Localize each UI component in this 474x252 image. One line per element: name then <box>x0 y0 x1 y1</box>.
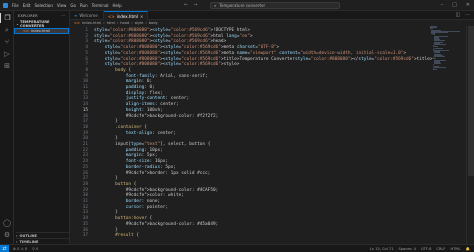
explorer-sidebar: EXPLORER ··· ⌄ TEMPERATURE CONVERTER <> … <box>14 11 70 244</box>
menu-selection[interactable]: Selection <box>34 3 52 8</box>
command-center-text: Temperature converter <box>219 3 266 8</box>
breadcrumb-item[interactable]: head <box>120 21 129 25</box>
indentation-status[interactable]: Spaces: 4 <box>398 247 415 251</box>
timeline-label: TIMELINE <box>19 239 39 244</box>
nav-buttons: ← → <box>184 2 197 8</box>
outline-label: OUTLINE <box>19 233 37 238</box>
window-controls: – □ ✕ <box>441 2 470 8</box>
menu-run[interactable]: Run <box>80 3 88 8</box>
notifications-bell-icon[interactable]: 🔔 <box>466 247 470 251</box>
explorer-title: EXPLORER <box>18 14 38 18</box>
chevron-down-icon: ⌄ <box>16 22 20 26</box>
minimap-line <box>434 66 446 68</box>
minimap[interactable] <box>430 26 466 72</box>
breadcrumb-item[interactable]: style <box>135 21 144 25</box>
forward-arrow-icon[interactable]: → <box>193 2 197 8</box>
menu-view[interactable]: View <box>57 3 67 8</box>
more-actions-icon[interactable]: ··· <box>465 12 470 19</box>
breadcrumb-item[interactable]: body <box>149 21 158 25</box>
menu-help[interactable]: Help <box>113 3 122 8</box>
command-center-search[interactable]: ⌕ Temperature converter <box>210 2 340 9</box>
editor-toolbar: ◫ ··· <box>455 12 470 19</box>
menu-edit[interactable]: Edit <box>23 3 31 8</box>
file-label: index.html <box>31 29 51 33</box>
code-text: #result { <box>115 233 139 239</box>
eol-status[interactable]: CRLF <box>436 247 445 251</box>
html-file-icon: <> <box>74 21 81 25</box>
breadcrumb-item[interactable]: index.html <box>82 21 101 25</box>
code-editor[interactable]: 1 style="color:#808080"><style="color:#56… <box>70 26 474 244</box>
minimap-line <box>434 63 442 65</box>
breadcrumb-separator: › <box>131 21 133 25</box>
chevron-right-icon: › <box>16 239 18 244</box>
line-number: 37 <box>82 233 88 239</box>
account-icon[interactable]: ◯ <box>0 218 14 228</box>
code-line[interactable]: 37 #result { <box>70 233 390 239</box>
close-window-icon[interactable]: ✕ <box>466 2 470 8</box>
vscode-welcome-icon: ≡ <box>74 13 78 18</box>
close-tab-icon[interactable]: ✕ <box>140 14 143 19</box>
menu-file[interactable]: File <box>12 3 19 8</box>
tab-label: index.html <box>116 13 139 19</box>
scrollbar-thumb[interactable] <box>468 26 474 176</box>
problems-status[interactable]: ⊗ 0 ⚠ 0 <box>13 247 27 251</box>
minimap-line <box>434 56 445 57</box>
activity-bar: ❐ ⌕ ⑂ ▷ ⊞ ◯ ⚙ <box>0 11 14 244</box>
split-editor-icon[interactable]: ◫ <box>455 12 460 19</box>
encoding-status[interactable]: UTF-8 <box>421 247 431 251</box>
minimap-line <box>434 47 443 49</box>
cursor-position[interactable]: Ln 15, Col 71 <box>370 247 394 251</box>
title-bar: File Edit Selection View Go Run Terminal… <box>0 0 474 11</box>
search-icon[interactable]: ⌕ <box>0 25 14 35</box>
minimize-icon[interactable]: – <box>441 2 444 8</box>
tab-index-html[interactable]: <> index.html ✕ <box>104 11 148 20</box>
folder-label: TEMPERATURE CONVERTER <box>20 20 50 28</box>
minimap-line <box>434 44 446 45</box>
remote-indicator-icon[interactable]: ⇄ <box>0 245 9 252</box>
workspace-folder[interactable]: ⌄ TEMPERATURE CONVERTER <box>16 20 69 28</box>
settings-gear-icon[interactable]: ⚙ <box>0 230 14 240</box>
tab-label: Welcome <box>79 13 98 18</box>
breadcrumb-separator: › <box>103 21 105 25</box>
menu-terminal[interactable]: Terminal <box>92 3 109 8</box>
ports-status[interactable]: ⚲ 0 <box>32 247 38 251</box>
extensions-icon[interactable]: ⊞ <box>0 61 14 71</box>
chevron-right-icon: › <box>16 233 18 238</box>
back-arrow-icon[interactable]: ← <box>184 2 188 8</box>
vscode-logo-icon <box>0 0 10 11</box>
html-file-icon: <> <box>23 29 30 33</box>
more-actions-icon[interactable]: ··· <box>61 13 65 18</box>
explorer-icon[interactable]: ❐ <box>0 13 14 23</box>
menu-go[interactable]: Go <box>70 3 76 8</box>
breadcrumb-separator: › <box>145 21 147 25</box>
minimap-line <box>432 69 437 71</box>
editor-tabs: ≡ Welcome <> index.html ✕ ◫ ··· <box>70 11 474 20</box>
file-item-index-html[interactable]: <> index.html <box>14 28 69 34</box>
breadcrumb-separator: › <box>116 21 119 25</box>
status-bar: ⇄ ⊗ 0 ⚠ 0 ⚲ 0 Ln 15, Col 71 Spaces: 4 UT… <box>0 244 474 252</box>
source-control-icon[interactable]: ⑂ <box>0 37 14 47</box>
html-file-icon: <> <box>108 13 115 19</box>
maximize-icon[interactable]: □ <box>452 2 457 8</box>
menu-bar: File Edit Selection View Go Run Terminal… <box>10 3 122 8</box>
language-mode[interactable]: HTML <box>451 247 461 251</box>
run-debug-icon[interactable]: ▷ <box>0 49 14 59</box>
tab-welcome[interactable]: ≡ Welcome <box>70 11 104 20</box>
breadcrumb-item[interactable]: html <box>107 21 115 25</box>
search-icon: ⌕ <box>214 3 217 8</box>
editor-scrollbar[interactable] <box>466 26 474 244</box>
